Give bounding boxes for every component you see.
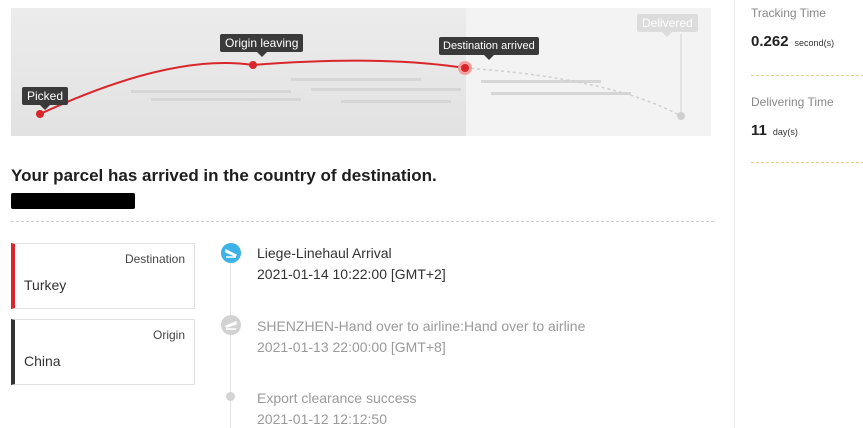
tracking-time-value: 0.262 second(s) (751, 33, 834, 50)
world-map-dots (131, 78, 631, 103)
destination-country: Turkey (24, 277, 67, 293)
stage-destination-arrived-label: Destination arrived (439, 37, 539, 60)
dot-icon (226, 392, 235, 401)
delivered-point (677, 112, 685, 120)
delivering-time-value: 11 day(s) (751, 122, 798, 139)
stat-separator (751, 75, 863, 76)
origin-country: China (24, 353, 61, 369)
destination-card: Destination Turkey (11, 243, 195, 309)
picked-point (36, 110, 44, 118)
delivering-time-number: 11 (751, 122, 767, 139)
tracking-map: Picked Origin leaving Destination arrive… (11, 8, 711, 136)
delivering-time-unit: day(s) (772, 127, 798, 137)
stat-separator (751, 162, 863, 163)
event-time: 2021-01-12 12:12:50 (257, 411, 387, 427)
timeline-line (230, 262, 231, 428)
event-title: Export clearance success (257, 390, 417, 406)
stats-sidebar: Tracking Time 0.262 second(s) Delivering … (734, 0, 863, 428)
stage-picked-label: Picked (22, 87, 69, 110)
delivering-time-caption: Delivering Time (751, 95, 834, 109)
tracking-time-number: 0.262 (751, 33, 789, 50)
route-svg (36, 34, 685, 120)
origin-card: Origin China (11, 319, 195, 385)
plane-landing-icon (221, 243, 241, 263)
redacted-tracking-number (11, 193, 135, 209)
plane-takeoff-icon (221, 315, 241, 335)
origin-caption: Origin (152, 328, 185, 342)
event-title: SHENZHEN-Hand over to airline:Hand over … (257, 318, 586, 334)
stage-origin-leaving-label: Origin leaving (220, 34, 304, 57)
event-title: Liege-Linehaul Arrival (257, 245, 392, 261)
event-time: 2021-01-14 10:22:00 [GMT+2] (257, 266, 446, 282)
tracking-time-unit: second(s) (794, 38, 835, 48)
destination-arrived-point (461, 64, 469, 72)
stage-delivered-label: Delivered (637, 14, 698, 37)
origin-leaving-point (249, 61, 257, 69)
status-headline: Your parcel has arrived in the country o… (11, 166, 437, 185)
destination-caption: Destination (124, 252, 185, 266)
tracking-time-caption: Tracking Time (751, 6, 826, 20)
divider (11, 221, 714, 222)
event-time: 2021-01-13 22:00:00 [GMT+8] (257, 339, 446, 355)
